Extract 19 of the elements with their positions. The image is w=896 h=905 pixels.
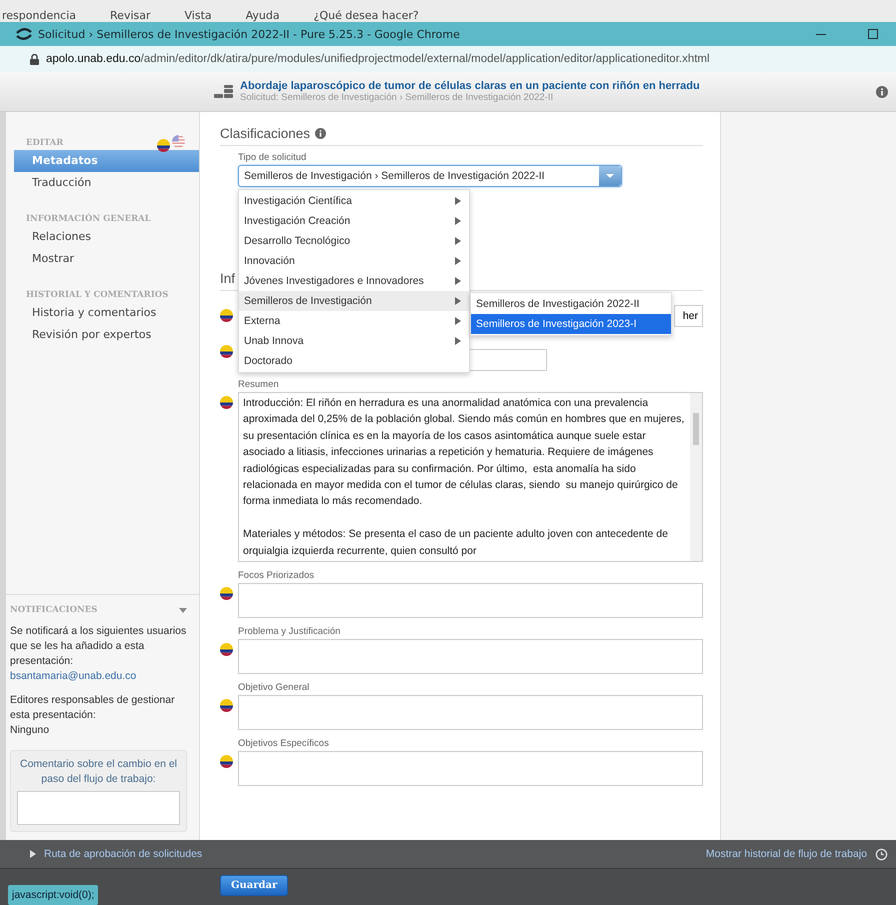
field-label: Objetivo General — [238, 682, 310, 694]
status-url: javascript:void(0); — [8, 885, 98, 905]
field-label: Tipo de solicitud — [238, 152, 308, 163]
editors-text: Editores responsables de gestionar esta presentación: — [10, 693, 176, 723]
editors-value: Ninguno — [10, 723, 50, 738]
field-label: Objetivos Específicos — [238, 738, 330, 750]
section-heading: Clasificaciones — [220, 126, 310, 141]
notification-text: Se notificará a los siguientes usuarios que se les ha añadido a esta presentación: — [10, 624, 187, 669]
window-title: Solicitud › Semilleros de Investigación 2022-II - Pure 5.25.3 - Google Chrome — [38, 28, 461, 40]
section-heading: NOTIFICACIONES — [10, 604, 98, 617]
section-heading: INFORMACIÓN GENERAL — [26, 214, 151, 224]
section-heading: HISTORIAL Y COMENTARIOS — [26, 290, 168, 300]
field-label: Problema y Justificación — [238, 626, 342, 638]
comment-label: Comentario sobre el cambio en el paso del flujo de trabajo: — [19, 757, 178, 787]
field-label: Resumen — [238, 379, 280, 390]
breadcrumb: Solicitud: Semilleros de Investigación › Semilleros de Investigación 2022-II — [240, 92, 554, 103]
field-label: Focos Priorizados — [238, 570, 316, 582]
section-heading: Inf — [220, 271, 236, 286]
section-heading: EDITAR — [26, 138, 64, 148]
